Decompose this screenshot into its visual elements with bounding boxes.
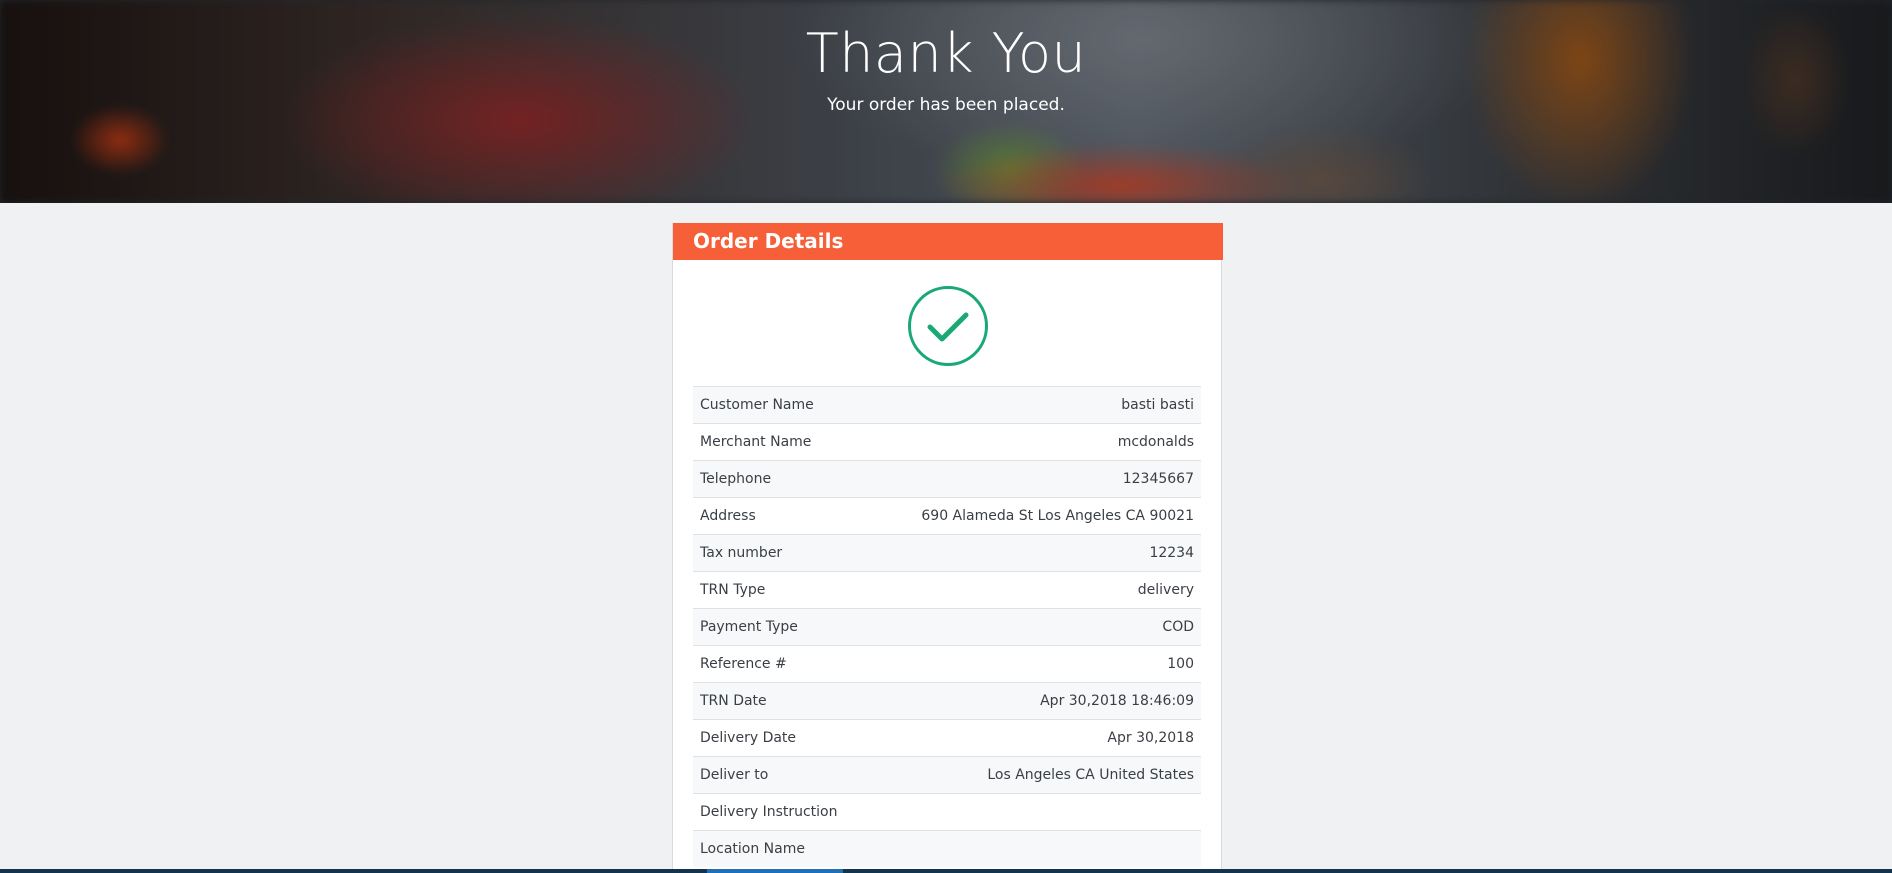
footer-accent (707, 869, 843, 873)
detail-row-deliver-to: Deliver to Los Angeles CA United States (693, 756, 1201, 793)
order-details-table: Customer Name basti basti Merchant Name … (693, 386, 1201, 867)
detail-row-customer-name: Customer Name basti basti (693, 386, 1201, 423)
detail-label: Location Name (700, 841, 805, 857)
page-subtitle: Your order has been placed. (827, 95, 1065, 115)
detail-value: 690 Alameda St Los Angeles CA 90021 (921, 508, 1194, 524)
check-circle-icon (907, 285, 989, 367)
detail-row-merchant-name: Merchant Name mcdonalds (693, 423, 1201, 460)
detail-row-delivery-instruction: Delivery Instruction (693, 793, 1201, 830)
hero-banner: Thank You Your order has been placed. (0, 0, 1892, 203)
order-details-card: Order Details Customer Name basti basti … (672, 223, 1223, 873)
detail-row-delivery-date: Delivery Date Apr 30,2018 (693, 719, 1201, 756)
detail-label: TRN Date (700, 693, 767, 709)
detail-value: delivery (1137, 582, 1194, 598)
detail-value: 12234 (1149, 545, 1194, 561)
detail-label: Delivery Date (700, 730, 797, 746)
detail-label: Reference # (700, 656, 787, 672)
detail-label: Address (700, 508, 756, 524)
detail-row-payment-type: Payment Type COD (693, 608, 1201, 645)
order-details-header: Order Details (673, 223, 1223, 260)
detail-value: basti basti (1121, 397, 1194, 413)
detail-label: Delivery Instruction (700, 804, 838, 820)
footer-bar (0, 869, 1892, 873)
detail-label: Deliver to (700, 767, 769, 783)
detail-value: Apr 30,2018 18:46:09 (1040, 693, 1194, 709)
detail-value: 12345667 (1122, 471, 1194, 487)
detail-row-trn-date: TRN Date Apr 30,2018 18:46:09 (693, 682, 1201, 719)
detail-label: Tax number (700, 545, 783, 561)
detail-label: Merchant Name (700, 434, 812, 450)
detail-row-address: Address 690 Alameda St Los Angeles CA 90… (693, 497, 1201, 534)
detail-row-tax-number: Tax number 12234 (693, 534, 1201, 571)
detail-label: TRN Type (700, 582, 766, 598)
page-title: Thank You (805, 22, 1087, 85)
detail-label: Customer Name (700, 397, 814, 413)
detail-value: 100 (1167, 656, 1194, 672)
detail-value: Apr 30,2018 (1107, 730, 1194, 746)
detail-row-trn-type: TRN Type delivery (693, 571, 1201, 608)
detail-label: Telephone (700, 471, 772, 487)
detail-value: Los Angeles CA United States (987, 767, 1194, 783)
detail-value: COD (1162, 619, 1194, 635)
detail-value: mcdonalds (1117, 434, 1194, 450)
detail-row-reference: Reference # 100 (693, 645, 1201, 682)
detail-row-location-name: Location Name (693, 830, 1201, 867)
detail-label: Payment Type (700, 619, 798, 635)
detail-row-telephone: Telephone 12345667 (693, 460, 1201, 497)
